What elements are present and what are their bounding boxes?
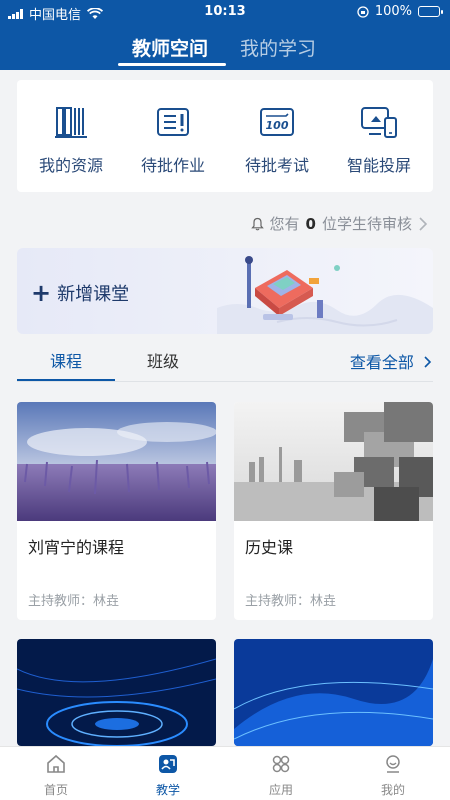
- nav-apps[interactable]: 应用: [251, 753, 311, 798]
- quick-action-my-resources[interactable]: 我的资源: [19, 104, 123, 176]
- header-tabs: 教师空间 我的学习: [0, 28, 450, 70]
- course-cover-image: [234, 402, 433, 521]
- course-teacher: 主持教师：林垚: [245, 594, 337, 609]
- profile-icon: [386, 755, 400, 773]
- status-bar: 中国电信 10:13 100%: [0, 0, 450, 24]
- course-cover-image: [234, 639, 433, 746]
- tab-courses[interactable]: 课程: [50, 348, 82, 372]
- course-card[interactable]: 历史课 主持教师：林垚: [234, 402, 433, 620]
- active-tab-indicator: [17, 379, 115, 381]
- quick-action-pending-homework[interactable]: 待批作业: [121, 104, 225, 176]
- nav-label: 首页: [43, 783, 68, 797]
- course-card[interactable]: 刘宵宁的课程 主持教师：林垚: [17, 402, 216, 620]
- tab-teacher-space[interactable]: 教师空间: [132, 34, 208, 61]
- nav-label: 应用: [268, 783, 293, 797]
- quick-action-label: 待批作业: [140, 156, 205, 175]
- course-class-tabs: 课程 班级 查看全部: [17, 338, 433, 382]
- add-class-banner[interactable]: + 新增课堂: [17, 248, 433, 334]
- quick-action-pending-exams[interactable]: 100 待批考试: [225, 104, 329, 176]
- view-all-label: 查看全部: [349, 353, 414, 372]
- plus-icon: +: [31, 279, 52, 307]
- chevron-right-icon: [419, 216, 428, 231]
- pending-students-notice[interactable]: 您有 0 位学生待审核: [250, 213, 428, 234]
- course-title: 刘宵宁的课程: [28, 538, 125, 557]
- bell-icon: [250, 217, 264, 230]
- course-title: 历史课: [245, 538, 294, 557]
- active-tab-indicator: [118, 63, 226, 66]
- battery-percent: 100%: [374, 4, 412, 19]
- quick-action-label: 我的资源: [38, 156, 103, 175]
- course-card[interactable]: [17, 639, 216, 746]
- add-class-button[interactable]: + 新增课堂: [31, 280, 129, 306]
- quick-action-label: 智能投屏: [346, 156, 411, 175]
- tab-my-learning[interactable]: 我的学习: [240, 34, 316, 61]
- chevron-right-icon: [424, 356, 432, 368]
- notice-prefix: 您有: [269, 215, 300, 233]
- apps-icon: [272, 755, 290, 773]
- exam-icon: 100: [260, 108, 294, 136]
- nav-teaching[interactable]: 教学: [138, 753, 198, 798]
- tab-classes[interactable]: 班级: [147, 348, 179, 372]
- orientation-lock-icon: [357, 5, 369, 18]
- svg-text:100: 100: [266, 119, 289, 132]
- bottom-navigation: 首页 教学 应用 我的: [0, 746, 450, 800]
- course-card[interactable]: [234, 639, 433, 746]
- nav-label: 教学: [155, 783, 180, 797]
- nav-mine[interactable]: 我的: [363, 753, 423, 798]
- nav-home[interactable]: 首页: [26, 753, 86, 798]
- books-icon: [55, 107, 87, 138]
- view-all-link[interactable]: 查看全部: [350, 349, 433, 373]
- quick-action-smart-cast[interactable]: 智能投屏: [327, 104, 431, 176]
- add-class-label: 新增课堂: [57, 284, 130, 305]
- homework-icon: [157, 108, 189, 136]
- pending-count: 0: [305, 214, 316, 233]
- nav-label: 我的: [380, 783, 405, 797]
- quick-actions-card: 我的资源 待批作业 100 待批考试 智能投屏: [17, 80, 433, 192]
- course-cover-image: [17, 639, 216, 746]
- teaching-icon: [159, 755, 177, 773]
- course-teacher: 主持教师：林垚: [28, 594, 120, 609]
- home-icon: [47, 754, 65, 773]
- battery-icon: [418, 6, 443, 17]
- notice-suffix: 位学生待审核: [321, 215, 412, 233]
- classroom-illustration: [217, 256, 433, 334]
- course-cover-image: [17, 402, 216, 521]
- quick-action-label: 待批考试: [244, 156, 309, 175]
- cast-icon: [361, 107, 397, 138]
- app-header: 中国电信 10:13 100% 教师空间 我的学习: [0, 0, 450, 70]
